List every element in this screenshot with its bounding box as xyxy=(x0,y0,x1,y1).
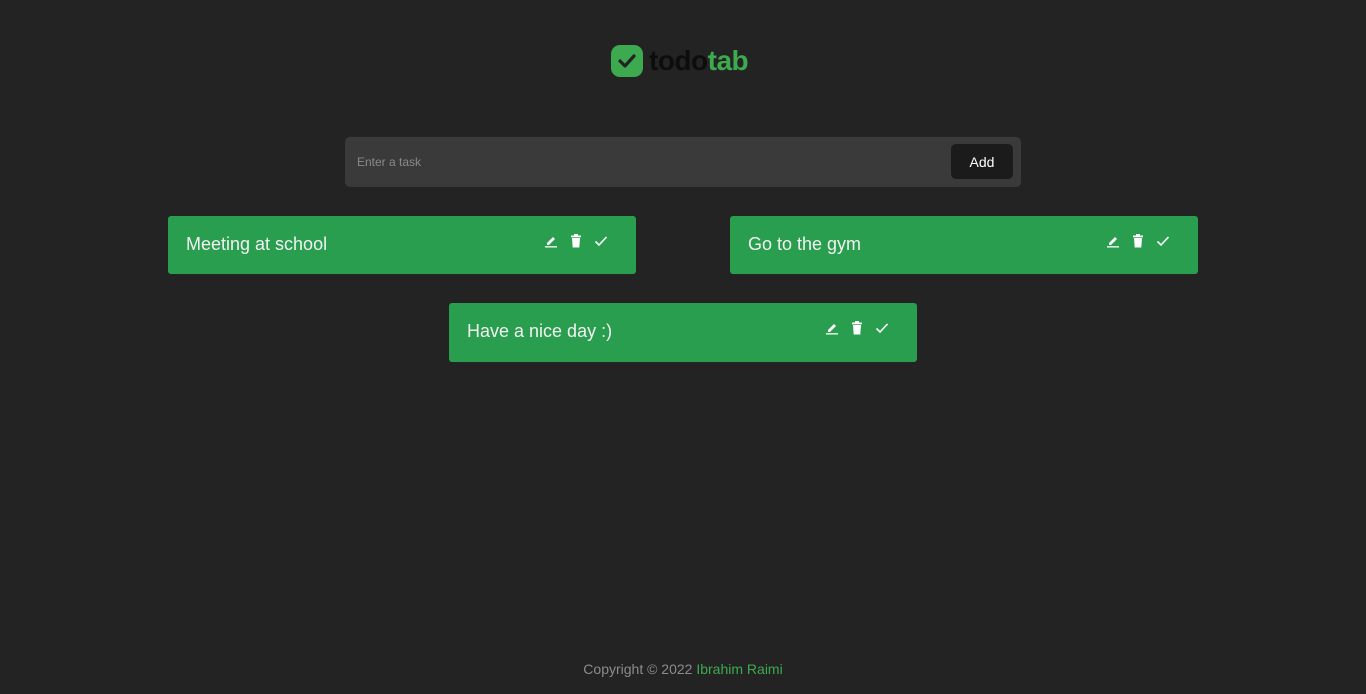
edit-icon[interactable] xyxy=(825,321,839,335)
task-text: Have a nice day :) xyxy=(467,321,613,341)
app-name-part1: todo xyxy=(649,45,708,76)
check-badge-icon xyxy=(611,45,643,77)
task-card: Go to the gym xyxy=(730,216,1198,274)
task-card: Meeting at school xyxy=(168,216,636,274)
author-link[interactable]: Ibrahim Raimi xyxy=(696,661,782,677)
add-task-button[interactable]: Add xyxy=(951,144,1013,179)
task-form: Add xyxy=(345,137,1021,187)
trash-icon[interactable] xyxy=(569,234,583,248)
task-actions xyxy=(1095,234,1170,248)
task-actions xyxy=(533,234,608,248)
app-page: todotab Add Meeting at school Go to the … xyxy=(0,0,1366,694)
footer: Copyright © 2022 Ibrahim Raimi xyxy=(0,661,1366,677)
task-card: Have a nice day :) xyxy=(449,303,917,362)
app-name: todotab xyxy=(649,45,749,77)
check-icon[interactable] xyxy=(875,321,889,335)
task-actions xyxy=(814,321,889,335)
trash-icon[interactable] xyxy=(1131,234,1145,248)
edit-icon[interactable] xyxy=(544,234,558,248)
task-input[interactable] xyxy=(345,137,945,187)
check-icon[interactable] xyxy=(1156,234,1170,248)
app-name-part2: tab xyxy=(707,45,749,76)
edit-icon[interactable] xyxy=(1106,234,1120,248)
app-logo[interactable]: todotab xyxy=(611,44,749,78)
trash-icon[interactable] xyxy=(850,321,864,335)
check-icon[interactable] xyxy=(594,234,608,248)
copyright-text: Copyright © 2022 xyxy=(583,661,693,677)
task-text: Go to the gym xyxy=(748,234,862,254)
task-text: Meeting at school xyxy=(186,234,328,254)
